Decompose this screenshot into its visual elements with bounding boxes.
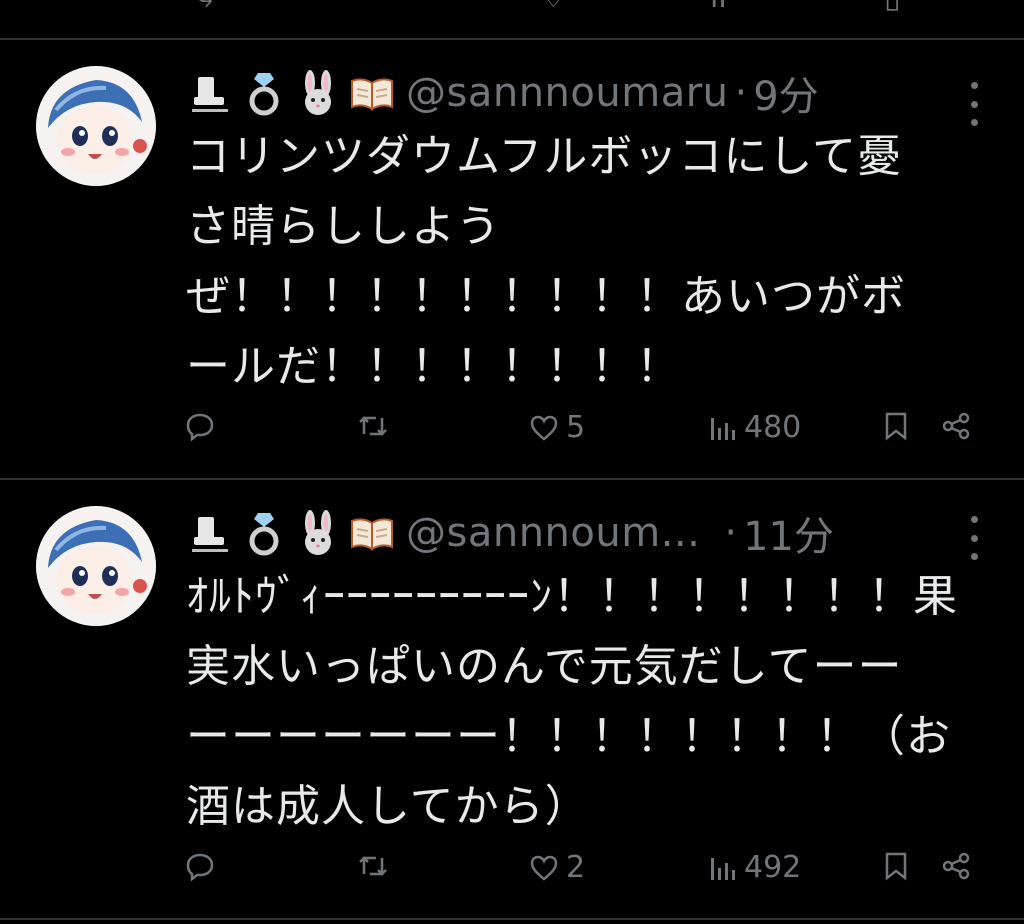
ice-skate-icon <box>192 77 228 112</box>
tweet-text-line: 実水いっぱいのんで元気だしてーー <box>186 641 903 692</box>
views-icon[interactable]: ıl <box>710 0 727 18</box>
reply-icon <box>186 413 214 442</box>
share-button[interactable] <box>940 850 972 882</box>
more-options-icon[interactable] <box>968 516 980 560</box>
bookmark-icon <box>885 412 907 441</box>
timestamp[interactable]: 11分 <box>743 504 834 562</box>
tweet[interactable]: @sannnoumaru · 9分 コリンツダウムフルボッコにして憂 さ晴らしし… <box>0 40 1024 478</box>
open-book-icon <box>351 78 393 111</box>
tweet-text-line: 酒は成人してから） <box>186 781 590 832</box>
bookmark-icon[interactable]: ▯ <box>884 0 901 18</box>
display-name[interactable] <box>186 69 396 117</box>
tweet-text: コリンツダウムフルボッコにして憂 さ晴らししよう ぜ！！！！！！！！！！あいつが… <box>186 122 996 402</box>
ring-icon <box>249 73 279 116</box>
tweet-text-line: ｵﾙﾄｳﾞｨｰｰｰｰｰｰｰｰｰﾝ！！！！！！！！果 <box>186 571 958 622</box>
username-handle[interactable]: @sannnoum... <box>406 510 700 556</box>
views-button[interactable]: 480 <box>708 410 801 445</box>
retweet-icon <box>359 416 387 436</box>
tweet-actions: 5 480 <box>0 410 1024 454</box>
tweet-text-line: ぜ！！！！！！！！！！あいつがボ <box>186 271 906 322</box>
heart-icon <box>530 855 558 881</box>
share-icon <box>942 852 970 880</box>
separator-dot: · <box>734 70 748 116</box>
bookmark-icon <box>885 852 907 881</box>
tweet-actions: 2 492 <box>0 850 1024 894</box>
like-button[interactable]: 5 <box>528 410 585 445</box>
previous-tweet-actions: ⤷ ♡ ıl ▯ <box>0 0 1024 18</box>
rabbit-icon <box>305 70 331 115</box>
like-count: 5 <box>566 410 586 445</box>
avatar[interactable] <box>36 506 156 626</box>
reply-icon <box>186 853 214 882</box>
ring-icon <box>249 513 279 556</box>
bookmark-button[interactable] <box>882 850 910 882</box>
views-icon <box>711 417 735 440</box>
username-handle[interactable]: @sannnoumaru <box>406 70 729 116</box>
reply-icon[interactable]: ⤷ <box>196 0 213 18</box>
tweet[interactable]: @sannnoum... · 11分 ｵﾙﾄｳﾞｨｰｰｰｰｰｰｰｰｰﾝ！！！！！… <box>0 480 1024 918</box>
separator-dot: · <box>724 510 738 556</box>
rabbit-icon <box>305 510 331 555</box>
views-icon <box>711 857 735 880</box>
tweet-text-line: さ晴らししよう <box>186 201 501 252</box>
display-name[interactable] <box>186 509 396 557</box>
divider <box>0 918 1024 920</box>
timestamp[interactable]: 9分 <box>753 64 818 122</box>
tweet-text-line: ールだ！！！！！！！！ <box>186 341 681 392</box>
reply-button[interactable] <box>184 410 222 442</box>
reply-button[interactable] <box>184 850 222 882</box>
views-count: 480 <box>744 410 802 445</box>
like-icon[interactable]: ♡ <box>540 0 567 18</box>
retweet-button[interactable] <box>356 850 396 882</box>
like-button[interactable]: 2 <box>528 850 585 885</box>
views-button[interactable]: 492 <box>708 850 801 885</box>
views-count: 492 <box>744 850 802 885</box>
bookmark-button[interactable] <box>882 410 910 442</box>
tweet-header: @sannnoum... · 11分 <box>186 508 834 560</box>
tweet-text: ｵﾙﾄｳﾞｨｰｰｰｰｰｰｰｰｰﾝ！！！！！！！！果 実水いっぱいのんで元気だして… <box>186 562 996 842</box>
tweet-text-line: コリンツダウムフルボッコにして憂 <box>186 131 903 182</box>
retweet-icon <box>359 856 387 876</box>
heart-icon <box>530 415 558 441</box>
retweet-button[interactable] <box>356 410 396 442</box>
avatar[interactable] <box>36 66 156 186</box>
open-book-icon <box>351 518 393 551</box>
tweet-text-line: ーーーーーーー！！！！！！！！（お <box>186 711 951 762</box>
share-button[interactable] <box>940 410 972 442</box>
more-options-icon[interactable] <box>968 82 980 126</box>
share-icon <box>942 412 970 440</box>
ice-skate-icon <box>192 517 228 552</box>
tweet-header: @sannnoumaru · 9分 <box>186 68 819 120</box>
like-count: 2 <box>566 850 586 885</box>
